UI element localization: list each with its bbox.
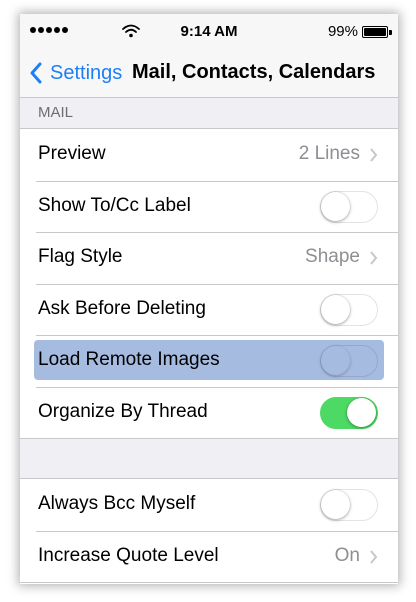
row-organize-by-thread: Organize By Thread [20, 386, 398, 439]
organize-by-thread-toggle[interactable] [320, 396, 378, 429]
mail-settings-group: Preview 2 Lines Show To/Cc Label Flag St… [20, 128, 398, 439]
row-label: Show To/Cc Label [38, 194, 191, 216]
section-gap [20, 439, 398, 478]
chevron-right-icon [370, 251, 378, 265]
phone-screen: 9:14 AM 99% Settings Mail, Contacts, Cal… [20, 14, 398, 584]
show-to-cc-toggle[interactable] [320, 190, 378, 223]
row-label: Load Remote Images [38, 349, 220, 370]
always-bcc-myself-toggle[interactable] [320, 489, 378, 521]
row-flag-style[interactable]: Flag Style Shape [20, 232, 398, 284]
ask-before-deleting-toggle[interactable] [320, 293, 378, 326]
row-load-remote-images: Load Remote Images [20, 335, 398, 387]
row-ask-before-deleting: Ask Before Deleting [20, 283, 398, 336]
back-button[interactable]: Settings [28, 61, 122, 85]
status-bar: 9:14 AM 99% [20, 14, 398, 50]
row-label: Always Bcc Myself [38, 493, 196, 514]
battery-icon [362, 26, 388, 38]
row-value: Shape [305, 246, 360, 267]
chevron-left-icon [30, 62, 42, 84]
row-label: Preview [38, 143, 106, 164]
row-show-to-cc-label: Show To/Cc Label [20, 180, 398, 233]
navigation-bar: Settings Mail, Contacts, Calendars [20, 50, 398, 98]
page-title: Mail, Contacts, Calendars [132, 61, 376, 83]
chevron-right-icon [370, 549, 378, 564]
section-header-mail: MAIL [20, 98, 398, 128]
battery-percent: 99% [327, 23, 358, 40]
row-preview[interactable]: Preview 2 Lines [20, 129, 398, 181]
compose-settings-group: Always Bcc Myself Increase Quote Level O… [20, 478, 398, 583]
section-header-label: MAIL [38, 104, 74, 121]
row-label: Flag Style [38, 246, 123, 267]
chevron-right-icon [370, 148, 378, 162]
back-button-label: Settings [50, 61, 123, 84]
row-value: On [334, 544, 360, 566]
row-label: Ask Before Deleting [38, 297, 206, 319]
row-always-bcc-myself: Always Bcc Myself [20, 479, 398, 531]
row-label: Increase Quote Level [38, 544, 219, 566]
load-remote-images-toggle[interactable] [320, 345, 378, 377]
row-value: 2 Lines [298, 143, 360, 164]
battery-tip [389, 30, 392, 35]
row-label: Organize By Thread [38, 400, 208, 422]
row-increase-quote-level[interactable]: Increase Quote Level On [20, 530, 398, 583]
